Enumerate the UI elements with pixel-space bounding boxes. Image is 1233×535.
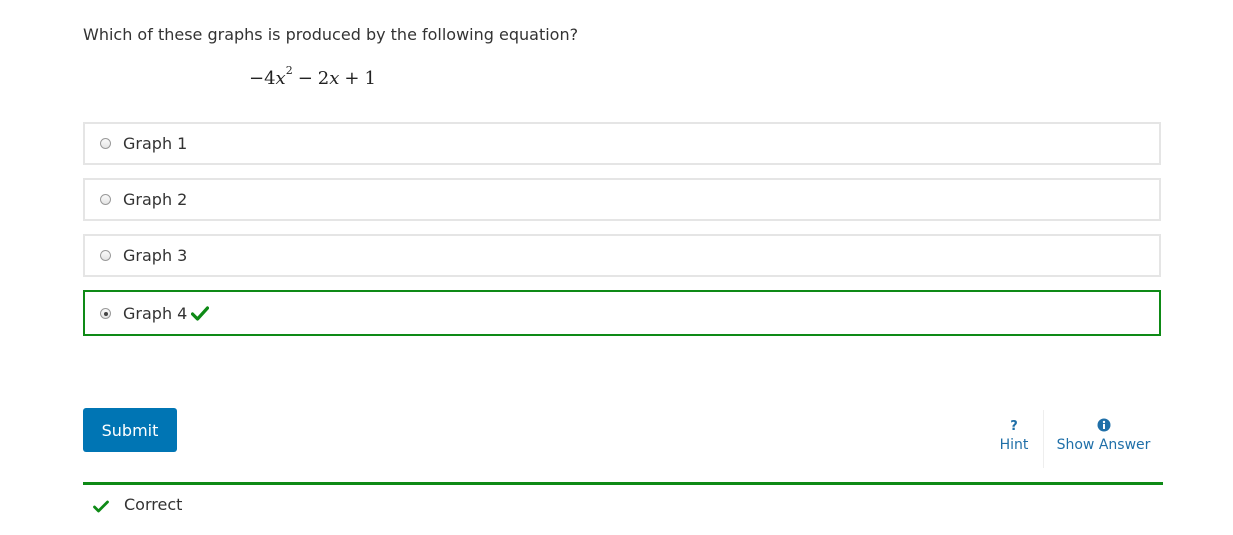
equation-const: 1 [364,68,376,89]
equation-op1: − [297,68,313,89]
question-prompt: Which of these graphs is produced by the… [83,25,579,44]
option-label-row: Graph 4 [123,304,210,326]
show-answer-label: Show Answer [1056,437,1151,453]
radio-graph-3[interactable] [100,250,111,261]
equation-coef1: 4 [264,68,276,89]
info-icon [1044,418,1163,434]
status-text: Correct [124,495,183,514]
equation-minus: − [249,68,265,89]
radio-graph-1[interactable] [100,138,111,149]
equation-op2: + [344,68,360,89]
problem-page: Which of these graphs is produced by the… [0,0,1233,535]
option-graph-2[interactable]: Graph 2 [83,178,1161,221]
status-bar [83,482,1163,485]
check-icon [191,306,210,326]
equation-var1: x [275,68,286,89]
show-answer-button[interactable]: Show Answer [1044,412,1163,468]
equation-coef2: 2 [317,68,330,89]
option-graph-1[interactable]: Graph 1 [83,122,1161,165]
equation-var2: x [329,68,340,89]
option-label: Graph 2 [123,190,188,209]
option-graph-3[interactable]: Graph 3 [83,234,1161,277]
hint-label: Hint [999,437,1029,453]
radio-graph-4[interactable] [100,308,111,319]
equation-exponent: 2 [285,64,293,77]
option-label: Graph 4 [123,304,188,323]
option-label: Graph 3 [123,246,188,265]
equation: −4x2−2x +1 [249,61,376,92]
option-graph-4[interactable]: Graph 4 [83,290,1161,336]
svg-text:?: ? [1010,419,1018,432]
radio-graph-2[interactable] [100,194,111,205]
question-icon: ? [985,418,1043,434]
check-icon [93,498,109,517]
option-label: Graph 1 [123,134,188,153]
submit-button[interactable]: Submit [83,408,177,452]
hint-button[interactable]: ? Hint [985,412,1043,468]
